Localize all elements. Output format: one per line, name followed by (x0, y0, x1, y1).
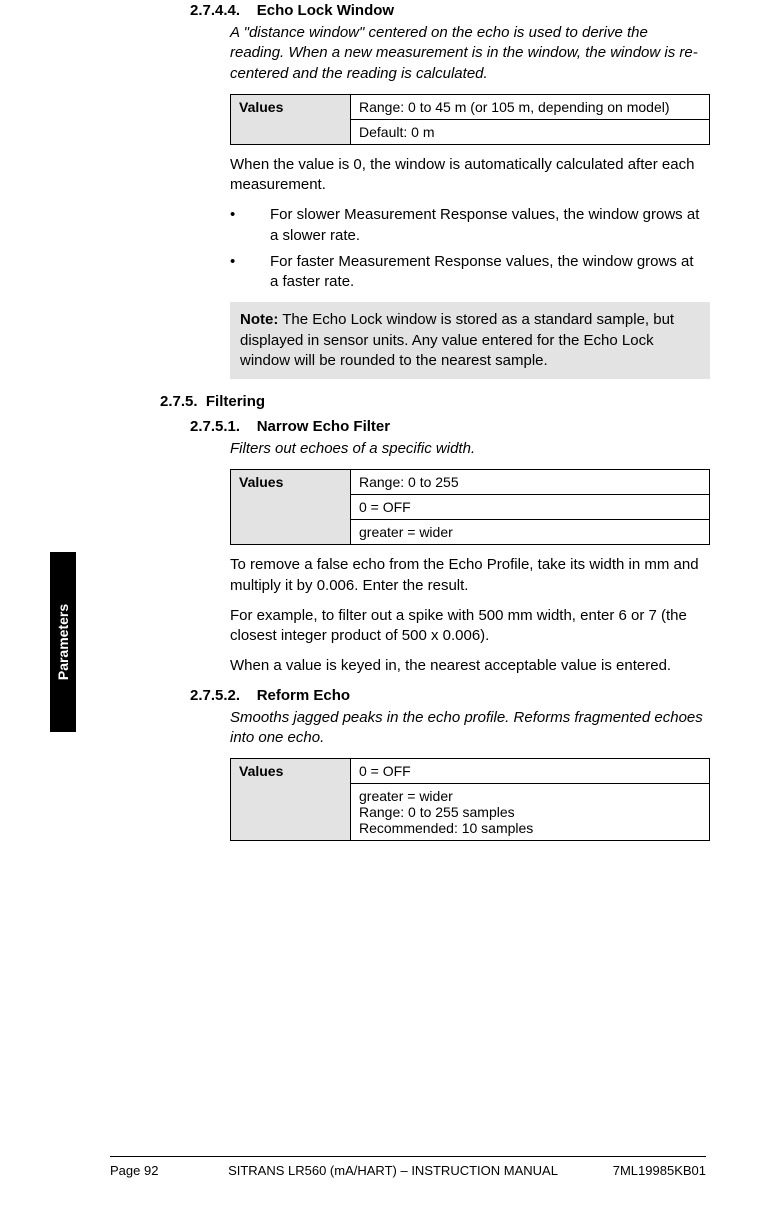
values-row: greater = wider (351, 520, 710, 545)
paragraph: To remove a false echo from the Echo Pro… (230, 555, 706, 596)
heading-number: 2.7.5.2. (190, 687, 240, 704)
page-body: 2.7.4.4. Echo Lock Window A "distance wi… (0, 2, 766, 841)
list-item: For faster Measurement Response values, … (230, 252, 706, 293)
values-label: Values (231, 94, 351, 144)
paragraph: When the value is 0, the window is autom… (230, 155, 706, 196)
heading-2-7-5-2: 2.7.5.2. Reform Echo (190, 687, 706, 704)
values-row: 0 = OFF (351, 495, 710, 520)
paragraph: For example, to filter out a spike with … (230, 606, 706, 647)
values-row: 0 = OFF (351, 759, 710, 784)
values-row: greater = wider Range: 0 to 255 samples … (351, 784, 710, 841)
paragraph: When a value is keyed in, the nearest ac… (230, 656, 706, 676)
section-description: Smooths jagged peaks in the echo profile… (230, 708, 706, 749)
values-label: Values (231, 759, 351, 841)
heading-title: Echo Lock Window (257, 2, 394, 19)
footer-page-number: Page 92 (110, 1163, 200, 1178)
heading-number: 2.7.4.4. (190, 2, 240, 19)
values-range: Range: 0 to 45 m (or 105 m, depending on… (351, 94, 710, 119)
side-tab-label: Parameters (55, 604, 71, 680)
heading-title: Narrow Echo Filter (257, 418, 390, 435)
heading-number: 2.7.5.1. (190, 418, 240, 435)
note-label: Note: (240, 311, 278, 328)
heading-number: 2.7.5. (160, 393, 198, 410)
heading-2-7-5: 2.7.5. Filtering (160, 393, 706, 410)
heading-2-7-4-4: 2.7.4.4. Echo Lock Window (190, 2, 706, 19)
note-text: The Echo Lock window is stored as a stan… (240, 311, 674, 369)
heading-title: Reform Echo (257, 687, 350, 704)
side-tab-parameters: Parameters (50, 552, 76, 732)
note-box: Note: The Echo Lock window is stored as … (230, 302, 710, 379)
section-description: Filters out echoes of a specific width. (230, 439, 706, 459)
values-default: Default: 0 m (351, 119, 710, 144)
footer-doc-code: 7ML19985KB01 (586, 1163, 706, 1178)
page-footer: Page 92 SITRANS LR560 (mA/HART) – INSTRU… (110, 1156, 706, 1178)
values-table-narrow-echo: Values Range: 0 to 255 0 = OFF greater =… (230, 469, 710, 545)
heading-title: Filtering (206, 393, 265, 410)
values-table-echo-lock: Values Range: 0 to 45 m (or 105 m, depen… (230, 94, 710, 145)
heading-2-7-5-1: 2.7.5.1. Narrow Echo Filter (190, 418, 706, 435)
footer-manual-title: SITRANS LR560 (mA/HART) – INSTRUCTION MA… (200, 1163, 586, 1178)
section-description: A "distance window" centered on the echo… (230, 23, 706, 84)
values-label: Values (231, 470, 351, 545)
bullet-list: For slower Measurement Response values, … (230, 205, 706, 292)
values-row: Range: 0 to 255 (351, 470, 710, 495)
values-table-reform-echo: Values 0 = OFF greater = wider Range: 0 … (230, 758, 710, 841)
list-item: For slower Measurement Response values, … (230, 205, 706, 246)
